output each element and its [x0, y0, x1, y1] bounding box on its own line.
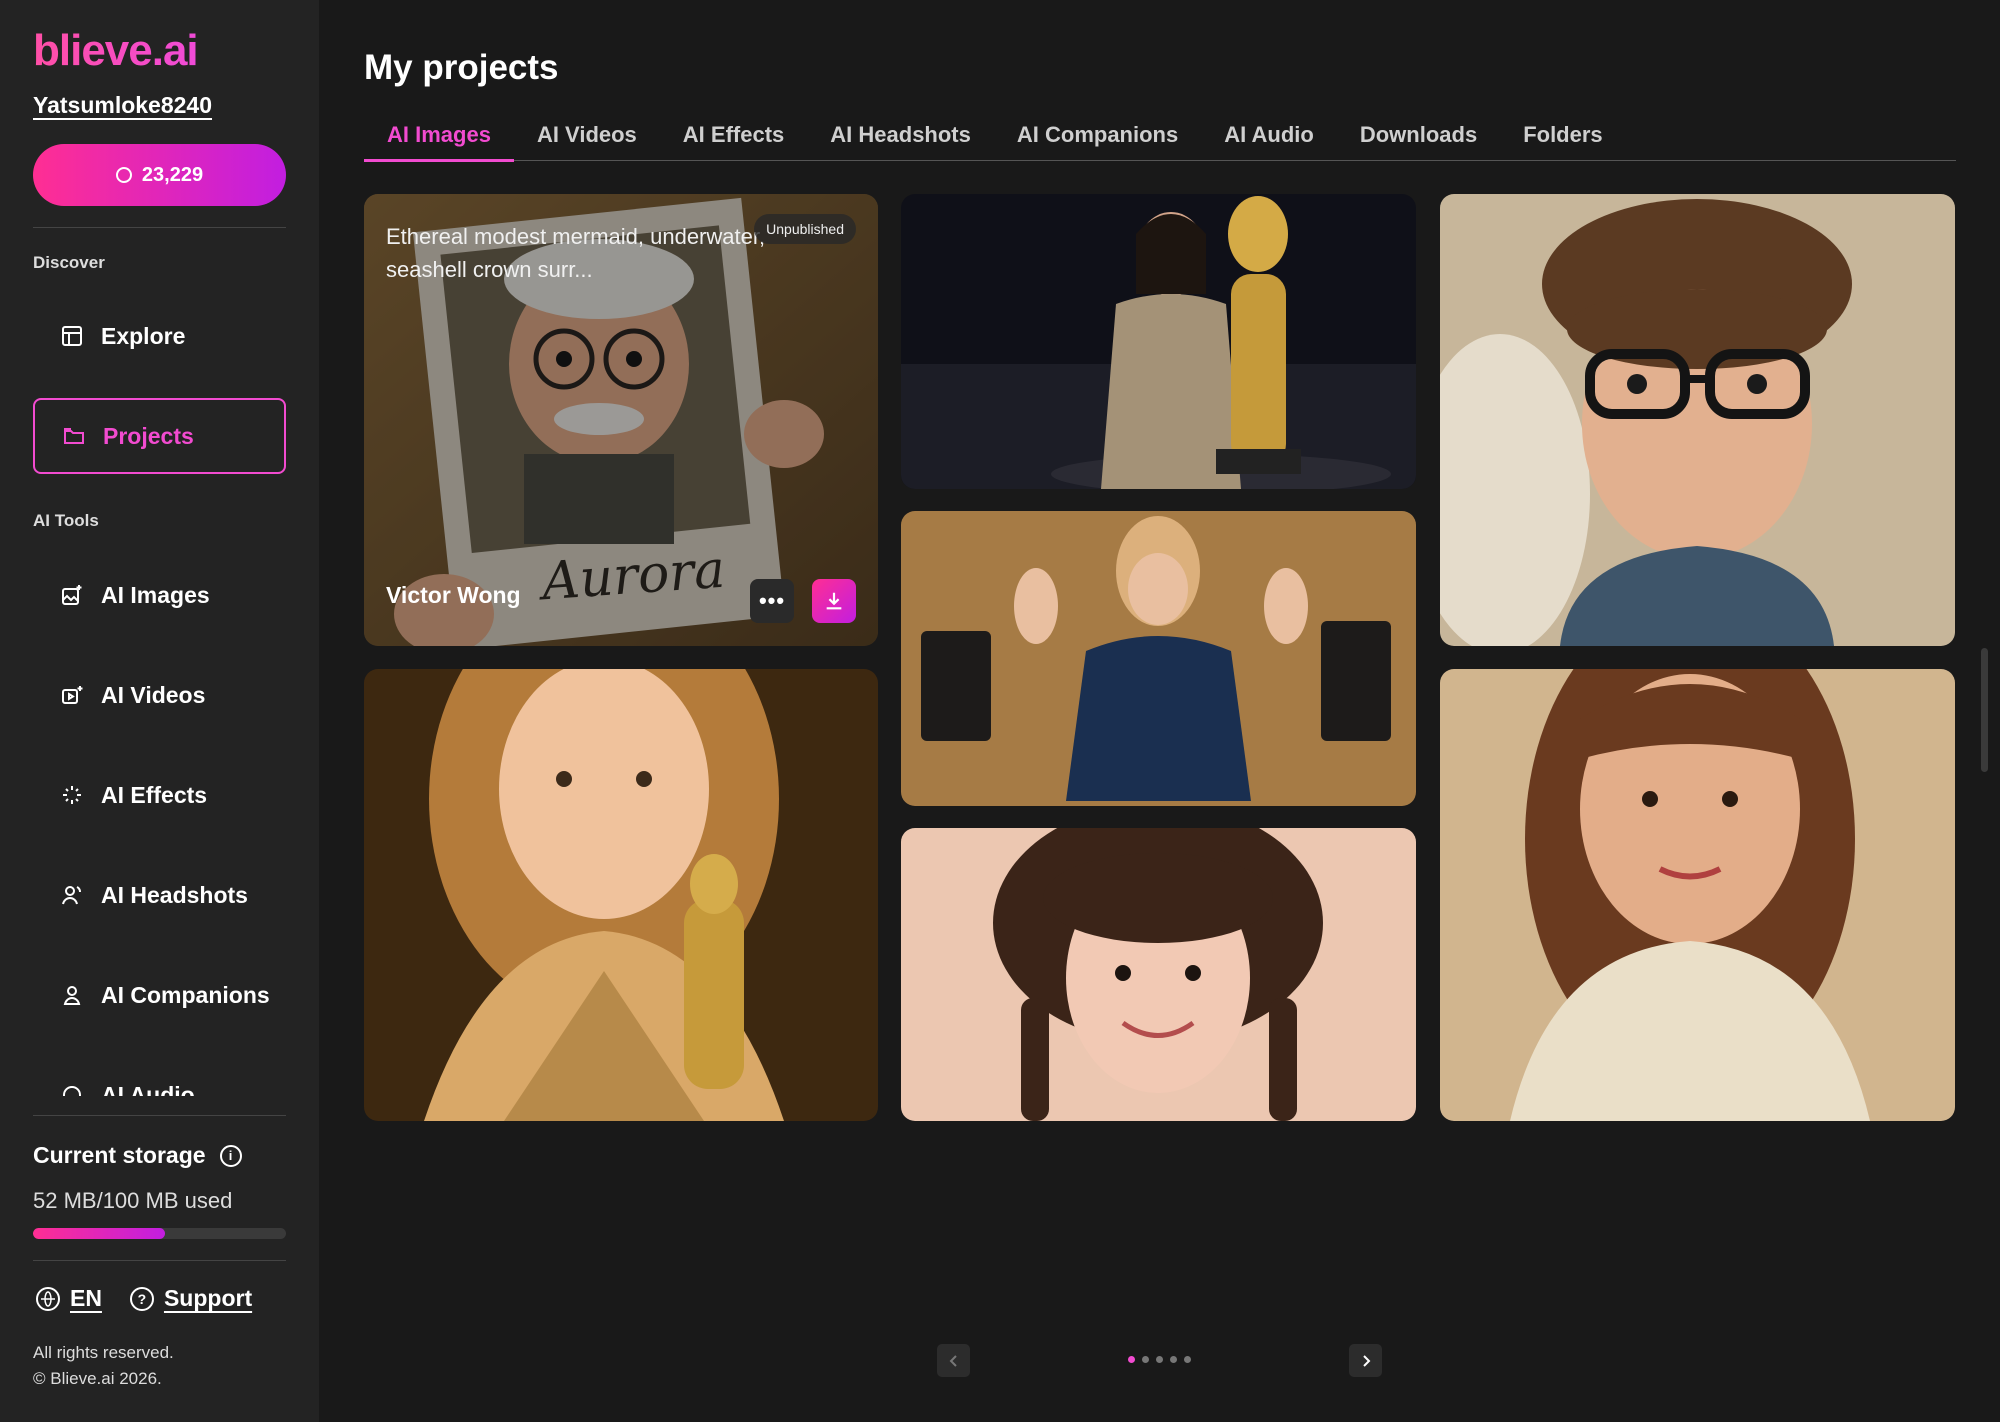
card-image	[1440, 669, 1955, 1121]
project-card[interactable]	[901, 511, 1416, 806]
storage-progress-bar	[33, 1228, 286, 1239]
chevron-left-icon	[949, 1354, 957, 1367]
project-card[interactable]	[901, 194, 1416, 489]
card-author: Victor Wong	[386, 582, 521, 608]
image-sparkle-icon	[59, 582, 85, 608]
copyright-text: © Blieve.ai 2026.	[33, 1369, 162, 1388]
discover-label: Discover	[33, 253, 105, 272]
polaroid-caption: Aurora	[540, 539, 727, 613]
companion-icon	[59, 982, 85, 1008]
sidebar-item-label: AI Audio	[101, 1081, 195, 1097]
sidebar-item-ai-effects[interactable]: AI Effects	[33, 757, 286, 833]
folder-icon	[61, 423, 87, 449]
headphones-icon	[59, 1082, 85, 1096]
chevron-right-icon	[1362, 1354, 1370, 1367]
headshot-icon	[59, 882, 85, 908]
tab-ai-effects[interactable]: AI Effects	[660, 114, 807, 161]
card-image	[364, 669, 878, 1121]
tab-ai-companions[interactable]: AI Companions	[994, 114, 1201, 161]
more-options-button[interactable]: •••	[750, 579, 794, 623]
project-card[interactable]	[1440, 669, 1955, 1121]
info-icon[interactable]: i	[219, 1144, 242, 1167]
username-link[interactable]: Yatsumloke8240	[33, 92, 212, 119]
divider	[33, 1260, 286, 1261]
sidebar-item-ai-companions[interactable]: AI Companions	[33, 957, 286, 1033]
copyright: All rights reserved. © Blieve.ai 2026.	[33, 1340, 174, 1392]
download-button[interactable]	[812, 579, 856, 623]
credits-value: 23,229	[141, 163, 204, 186]
credits-button[interactable]: 23,229	[33, 144, 286, 206]
support-label: Support	[163, 1285, 253, 1311]
project-card[interactable]	[1440, 194, 1955, 646]
divider	[33, 1115, 286, 1116]
sidebar-item-ai-videos[interactable]: AI Videos	[33, 657, 286, 733]
card-image	[1440, 194, 1955, 646]
storage-progress-fill	[33, 1228, 165, 1239]
language-selector[interactable]: EN	[36, 1285, 102, 1312]
divider	[33, 227, 286, 228]
ai-tools-label: AI Tools	[33, 511, 99, 530]
tab-ai-images[interactable]: AI Images	[364, 114, 514, 162]
coin-icon	[115, 167, 132, 183]
project-card[interactable]	[364, 669, 878, 1121]
footer-links: EN ? Support	[36, 1285, 252, 1312]
storage-used-text: 52 MB/100 MB used	[33, 1188, 233, 1213]
project-card[interactable]	[901, 828, 1416, 1121]
sidebar-item-projects[interactable]: Projects	[33, 398, 286, 474]
card-image	[901, 511, 1416, 806]
sidebar-item-ai-headshots[interactable]: AI Headshots	[33, 857, 286, 933]
next-page-button[interactable]	[1349, 1344, 1382, 1377]
sidebar-item-label: Projects	[103, 422, 194, 449]
pagination-dot[interactable]	[1142, 1356, 1149, 1363]
language-label: EN	[70, 1285, 102, 1311]
card-image	[901, 828, 1416, 1121]
sidebar-item-label: Explore	[101, 322, 186, 349]
tools-nav[interactable]: AI Images AI Videos AI Effects AI Headsh…	[0, 550, 319, 1096]
tab-ai-videos[interactable]: AI Videos	[514, 114, 660, 161]
sidebar: blieve.ai Yatsumloke8240 23,229 Discover…	[0, 0, 319, 1422]
project-card-featured[interactable]: Ethereal modest mermaid, underwater, sea…	[364, 194, 878, 646]
download-icon	[826, 592, 842, 610]
sidebar-item-label: AI Companions	[101, 981, 270, 1008]
explore-icon	[59, 323, 85, 349]
pagination-dot[interactable]	[1156, 1356, 1163, 1363]
status-badge: Unpublished	[754, 214, 856, 244]
sidebar-item-ai-audio[interactable]: AI Audio	[33, 1057, 286, 1096]
project-tabs: AI Images AI Videos AI Effects AI Headsh…	[364, 114, 1956, 162]
tab-downloads[interactable]: Downloads	[1337, 114, 1500, 161]
sparkles-icon	[59, 782, 85, 808]
sidebar-item-label: AI Effects	[101, 781, 208, 808]
tab-ai-headshots[interactable]: AI Headshots	[807, 114, 994, 161]
brand-logo[interactable]: blieve.ai	[33, 26, 199, 76]
sidebar-item-ai-images[interactable]: AI Images	[33, 557, 286, 633]
scrollbar[interactable]	[1981, 648, 1988, 772]
tab-ai-audio[interactable]: AI Audio	[1201, 114, 1337, 161]
sidebar-item-label: AI Headshots	[101, 881, 248, 908]
card-image	[901, 194, 1416, 489]
prev-page-button[interactable]	[937, 1344, 970, 1377]
pagination-dot[interactable]	[1128, 1356, 1135, 1363]
pagination-dot[interactable]	[1170, 1356, 1177, 1363]
help-icon: ?	[129, 1286, 154, 1311]
storage-title: Current storage i	[33, 1142, 242, 1169]
sidebar-item-explore[interactable]: Explore	[33, 298, 286, 374]
card-description: Ethereal modest mermaid, underwater, sea…	[386, 224, 766, 282]
pagination-dot[interactable]	[1184, 1356, 1191, 1363]
sidebar-item-label: AI Videos	[101, 681, 206, 708]
pagination-dots[interactable]	[1128, 1356, 1191, 1363]
support-link[interactable]: ? Support	[129, 1285, 253, 1312]
video-sparkle-icon	[59, 682, 85, 708]
storage-title-text: Current storage	[33, 1142, 206, 1168]
page-title: My projects	[364, 48, 559, 87]
rights-text: All rights reserved.	[33, 1343, 174, 1362]
sidebar-item-label: AI Images	[101, 581, 210, 608]
globe-icon	[36, 1286, 60, 1311]
tab-folders[interactable]: Folders	[1500, 114, 1625, 161]
